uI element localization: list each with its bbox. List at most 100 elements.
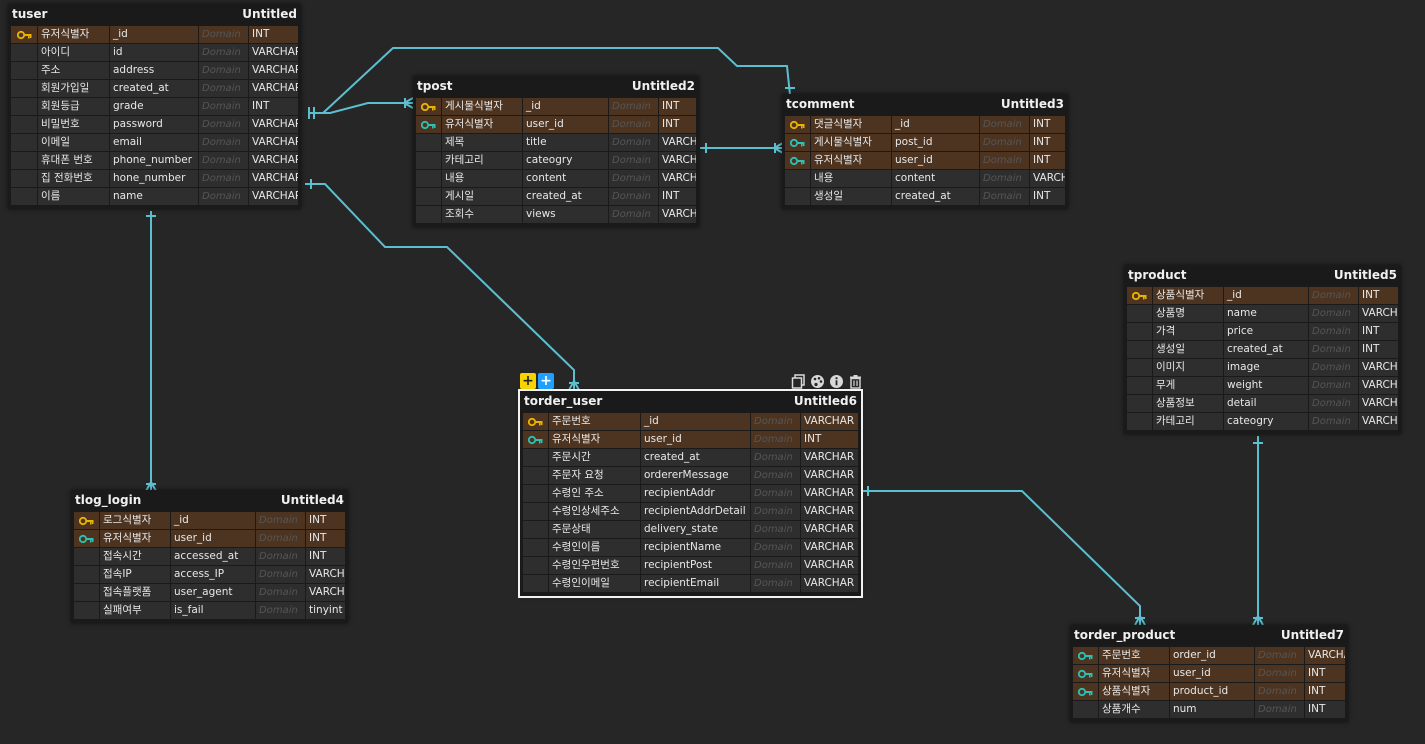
column-logical-name[interactable]: 상품식별자	[1153, 287, 1223, 304]
column-domain[interactable]: Domain	[199, 26, 248, 43]
column-domain[interactable]: Domain	[1255, 647, 1304, 664]
column-data-type[interactable]: INT	[306, 548, 345, 565]
table-row[interactable]: 주문번호order_idDomainVARCHAR	[1073, 647, 1345, 664]
column-domain[interactable]: Domain	[609, 206, 658, 223]
column-physical-name[interactable]: user_id	[523, 116, 608, 133]
add-column-button[interactable]: +	[520, 373, 536, 389]
table-row[interactable]: 게시일 created_at Domain INT	[416, 188, 696, 205]
table-row[interactable]: 접속시간 accessed_at Domain INT	[74, 548, 345, 565]
column-data-type[interactable]: INT	[1030, 116, 1065, 133]
column-logical-name[interactable]: 아이디	[38, 44, 109, 61]
column-domain[interactable]: Domain	[1309, 377, 1358, 394]
column-data-type[interactable]: VARCHAR	[1030, 170, 1065, 187]
column-data-type[interactable]: VARCHAR	[249, 116, 298, 133]
column-domain[interactable]: Domain	[609, 152, 658, 169]
table-row[interactable]: 상품명nameDomainVARCHAR	[1127, 305, 1398, 322]
column-physical-name[interactable]: _id	[110, 26, 198, 43]
column-physical-name[interactable]: recipientAddrDetail	[641, 503, 750, 520]
column-domain[interactable]: Domain	[1309, 323, 1358, 340]
table-row[interactable]: 접속플랫폼user_agentDomainVARCHAR	[74, 584, 345, 601]
table-header[interactable]: tpost Untitled2	[413, 76, 699, 96]
column-logical-name[interactable]: 유저식별자	[1099, 665, 1169, 682]
column-domain[interactable]: Domain	[1309, 305, 1358, 322]
column-data-type[interactable]: VARCHAR	[659, 206, 696, 223]
column-logical-name[interactable]: 주문번호	[549, 413, 640, 430]
column-physical-name[interactable]: recipientAddr	[641, 485, 750, 502]
column-logical-name[interactable]: 수령인 주소	[549, 485, 640, 502]
column-physical-name[interactable]: access_IP	[171, 566, 255, 583]
column-data-type[interactable]: INT	[306, 530, 345, 547]
column-logical-name[interactable]: 유저식별자	[442, 116, 522, 133]
column-domain[interactable]: Domain	[1309, 341, 1358, 358]
column-physical-name[interactable]: content	[523, 170, 608, 187]
column-domain[interactable]: Domain	[199, 44, 248, 61]
table-row[interactable]: 무게weightDomainVARCHAR	[1127, 377, 1398, 394]
column-data-type[interactable]: INT	[801, 431, 858, 448]
table-row[interactable]: 가격 price Domain INT	[1127, 323, 1398, 340]
column-data-type[interactable]: VARCHAR	[801, 557, 858, 574]
column-data-type[interactable]: INT	[659, 98, 696, 115]
table-row[interactable]: 실패여부 is_fail Domain tinyint	[74, 602, 345, 619]
column-physical-name[interactable]: cateogry	[1224, 413, 1308, 430]
column-physical-name[interactable]: created_at	[523, 188, 608, 205]
table-row[interactable]: 카테고리cateogryDomainVARCHAR	[416, 152, 696, 169]
column-logical-name[interactable]: 내용	[442, 170, 522, 187]
column-domain[interactable]: Domain	[1309, 359, 1358, 376]
column-physical-name[interactable]: num	[1170, 701, 1254, 718]
column-logical-name[interactable]: 카테고리	[442, 152, 522, 169]
column-logical-name[interactable]: 유저식별자	[100, 530, 170, 547]
column-data-type[interactable]: INT	[1030, 152, 1065, 169]
column-logical-name[interactable]: 무게	[1153, 377, 1223, 394]
column-physical-name[interactable]: created_at	[892, 188, 979, 205]
column-domain[interactable]: Domain	[256, 548, 305, 565]
table-tproduct[interactable]: tproduct Untitled5 상품식별자 _id Domain INT 상품명 nam…	[1124, 265, 1401, 434]
table-row[interactable]: 조회수viewsDomainVARCHAR	[416, 206, 696, 223]
column-logical-name[interactable]: 주문번호	[1099, 647, 1169, 664]
column-domain[interactable]: Domain	[199, 134, 248, 151]
table-row[interactable]: 수령인상세주소 recipientAddrDetail Domain VARCHAR	[523, 503, 858, 520]
column-domain[interactable]: Domain	[751, 539, 800, 556]
info-icon[interactable]	[828, 373, 844, 389]
table-row[interactable]: 주문시간 created_at Domain VARCHAR	[523, 449, 858, 466]
column-logical-name[interactable]: 로그식별자	[100, 512, 170, 529]
column-data-type[interactable]: VARCHAR	[1359, 377, 1398, 394]
column-data-type[interactable]: INT	[1359, 341, 1398, 358]
column-data-type[interactable]: VARCHAR	[801, 503, 858, 520]
column-data-type[interactable]: INT	[1359, 287, 1398, 304]
column-data-type[interactable]: INT	[249, 26, 298, 43]
column-domain[interactable]: Domain	[980, 116, 1029, 133]
column-data-type[interactable]: VARCHAR	[659, 170, 696, 187]
column-data-type[interactable]: VARCHAR	[249, 62, 298, 79]
column-logical-name[interactable]: 상품명	[1153, 305, 1223, 322]
column-data-type[interactable]: VARCHAR	[249, 134, 298, 151]
table-row[interactable]: 생성일 created_at Domain INT	[1127, 341, 1398, 358]
column-physical-name[interactable]: address	[110, 62, 198, 79]
column-physical-name[interactable]: _id	[1224, 287, 1308, 304]
column-logical-name[interactable]: 회원등급	[38, 98, 109, 115]
table-row[interactable]: 주문상태 delivery_state Domain VARCHAR	[523, 521, 858, 538]
column-physical-name[interactable]: user_id	[171, 530, 255, 547]
table-row[interactable]: 게시물식별자 _id Domain INT	[416, 98, 696, 115]
table-torder-product[interactable]: torder_product Untitled7 주문번호 order_id Domai…	[1070, 625, 1348, 722]
column-physical-name[interactable]: recipientEmail	[641, 575, 750, 592]
column-domain[interactable]: Domain	[199, 80, 248, 97]
column-physical-name[interactable]: user_id	[641, 431, 750, 448]
column-physical-name[interactable]: name	[1224, 305, 1308, 322]
column-physical-name[interactable]: detail	[1224, 395, 1308, 412]
column-physical-name[interactable]: created_at	[641, 449, 750, 466]
table-row[interactable]: 수령인이메일 recipientEmail Domain VARCHAR	[523, 575, 858, 592]
column-logical-name[interactable]: 조회수	[442, 206, 522, 223]
column-data-type[interactable]: VARCHAR	[1359, 305, 1398, 322]
column-domain[interactable]: Domain	[751, 485, 800, 502]
table-row[interactable]: 수령인이름 recipientName Domain VARCHAR	[523, 539, 858, 556]
column-logical-name[interactable]: 게시일	[442, 188, 522, 205]
column-physical-name[interactable]: is_fail	[171, 602, 255, 619]
table-row[interactable]: 주문자 요청 ordererMessage Domain VARCHAR	[523, 467, 858, 484]
add-index-button[interactable]: +	[538, 373, 554, 389]
table-header[interactable]: tproduct Untitled5	[1124, 265, 1401, 285]
trash-icon[interactable]	[847, 373, 863, 389]
column-logical-name[interactable]: 접속IP	[100, 566, 170, 583]
table-tpost[interactable]: tpost Untitled2 게시물식별자 _id Domain INT 유저식별자 use…	[413, 76, 699, 227]
table-row[interactable]: 생성일 created_at Domain INT	[785, 188, 1065, 205]
column-physical-name[interactable]: grade	[110, 98, 198, 115]
